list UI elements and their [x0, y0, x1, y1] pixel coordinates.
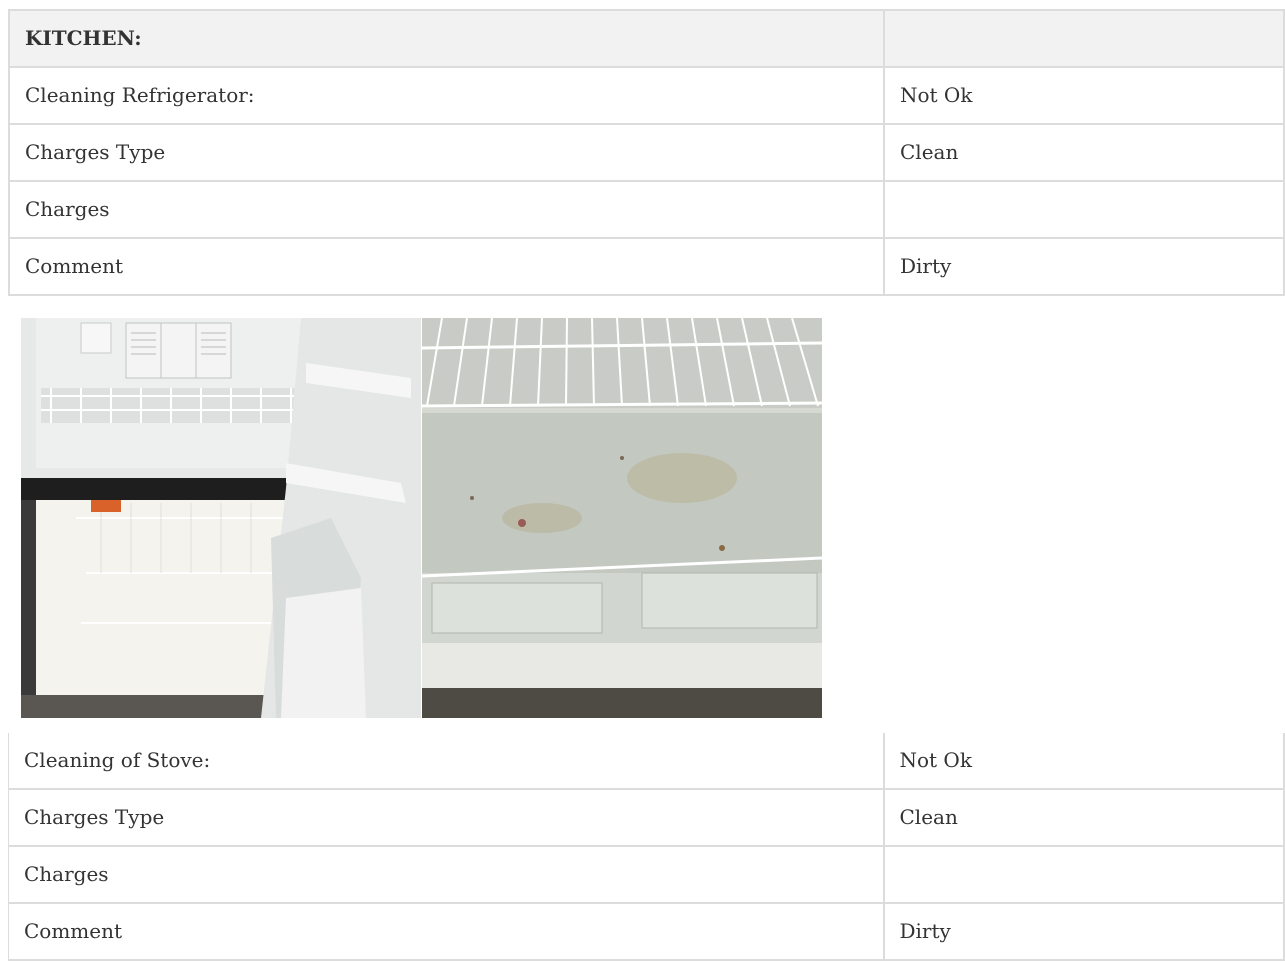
row-value: Not Ok [883, 66, 1285, 125]
row-value: Dirty [882, 902, 1285, 961]
photo-gallery [21, 318, 822, 718]
row-value: Clean [883, 123, 1285, 182]
row-label: Comment [8, 237, 885, 296]
row-value: Clean [882, 788, 1285, 847]
row-label: Charges [8, 180, 885, 239]
inspection-page: KITCHEN: Cleaning Refrigerator: Not Ok C… [0, 0, 1285, 961]
table-row: Cleaning Refrigerator: Not Ok [8, 66, 1285, 125]
row-label: Comment [8, 902, 885, 961]
row-value [882, 845, 1285, 904]
table-row: Charges [8, 180, 1285, 239]
row-value: Dirty [883, 237, 1285, 296]
kitchen-table: KITCHEN: Cleaning Refrigerator: Not Ok C… [8, 9, 1285, 296]
refrigerator-shelf-closeup-photo[interactable] [422, 318, 822, 718]
row-value [883, 180, 1285, 239]
row-value: Not Ok [882, 733, 1285, 790]
table-row: Comment Dirty [8, 237, 1285, 296]
row-label: Charges Type [8, 123, 885, 182]
table-row: Comment Dirty [8, 902, 1285, 961]
table-row: Charges Type Clean [8, 788, 1285, 847]
kitchen-heading: KITCHEN: [8, 9, 885, 68]
row-label: Charges [8, 845, 885, 904]
row-label: Cleaning of Stove: [8, 733, 885, 790]
refrigerator-interior-photo[interactable] [21, 318, 421, 718]
table-row: Cleaning of Stove: Not Ok [8, 733, 1285, 790]
row-label: Cleaning Refrigerator: [8, 66, 885, 125]
kitchen-heading-value [883, 9, 1285, 68]
kitchen-heading-row: KITCHEN: [8, 9, 1285, 68]
stove-table: Cleaning of Stove: Not Ok Charges Type C… [8, 733, 1285, 961]
table-row: Charges Type Clean [8, 123, 1285, 182]
table-row: Charges [8, 845, 1285, 904]
row-label: Charges Type [8, 788, 885, 847]
